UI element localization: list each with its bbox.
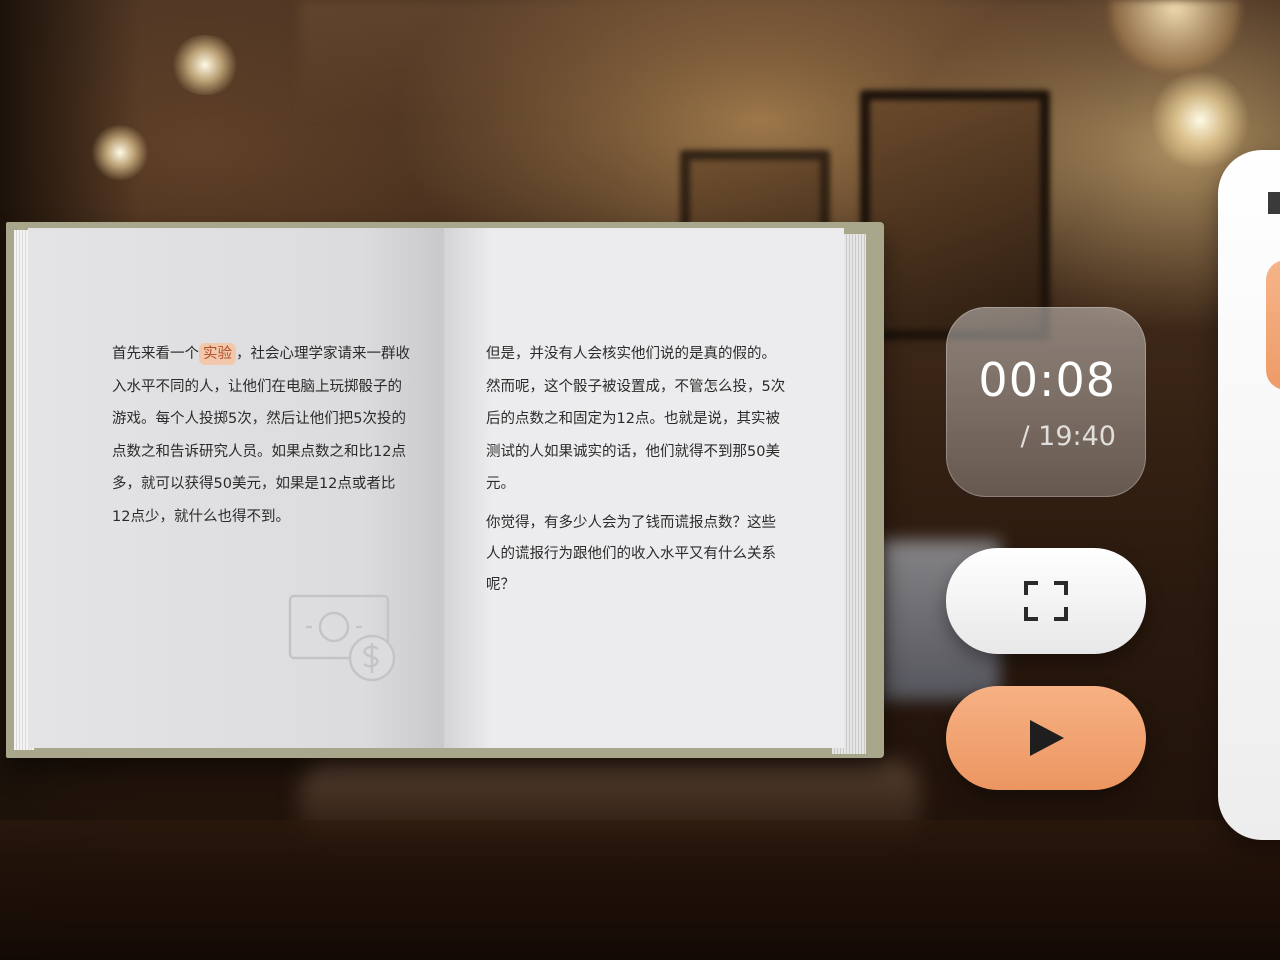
left-text-start: 首先来看一个: [112, 346, 199, 362]
open-book: 首先来看一个 实验 ，社会心理学家请来一群收入水平不同的人，让他们在电脑上玩掷骰子的…: [6, 220, 884, 760]
side-panel-tab[interactable]: [1266, 260, 1280, 390]
right-paragraph-2: 你觉得，有多少人会为了钱而谎报点数？这些人的谎报行为跟他们的收入水平又有什么关系…: [486, 514, 776, 593]
money-icon: [288, 594, 396, 682]
right-page-text: 但是，并没有人会核实他们说的是真的假的。然而呢，这个骰子被设置成，不管怎么投，5…: [486, 338, 786, 601]
left-page: 首先来看一个 实验 ，社会心理学家请来一群收入水平不同的人，让他们在电脑上玩掷骰子的…: [28, 228, 444, 748]
right-paragraph-1: 但是，并没有人会核实他们说的是真的假的。然而呢，这个骰子被设置成，不管怎么投，5…: [486, 346, 786, 492]
panel-marker-icon: [1268, 192, 1280, 214]
wall-light: [1150, 70, 1250, 170]
ceiling-light: [170, 35, 240, 95]
highlighted-word[interactable]: 实验: [199, 343, 236, 365]
left-page-text: 首先来看一个 实验 ，社会心理学家请来一群收入水平不同的人，让他们在电脑上玩掷骰子的…: [112, 338, 412, 533]
wall-picture: [860, 90, 1050, 340]
time-panel: 00:08 / 19:40: [946, 307, 1146, 497]
current-time: 00:08: [978, 353, 1116, 407]
ceiling-light: [90, 125, 150, 180]
total-time: / 19:40: [1020, 421, 1117, 452]
right-page: 但是，并没有人会核实他们说的是真的假的。然而呢，这个骰子被设置成，不管怎么投，5…: [444, 228, 844, 748]
left-text-rest: ，社会心理学家请来一群收入水平不同的人，让他们在电脑上玩掷骰子的游戏。每个人投掷…: [112, 346, 410, 525]
ceiling: [300, 0, 1200, 120]
side-panel[interactable]: [1218, 150, 1280, 840]
floor: [0, 820, 1280, 960]
fullscreen-button[interactable]: [946, 548, 1146, 654]
play-icon: [1030, 720, 1064, 756]
play-button[interactable]: [946, 686, 1146, 790]
fullscreen-icon: [1024, 581, 1068, 621]
